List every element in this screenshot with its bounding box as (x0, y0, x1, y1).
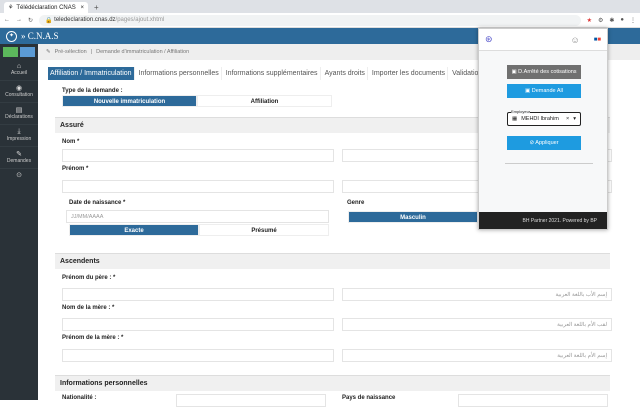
user-avatar-icon[interactable]: ☺ (571, 35, 580, 45)
extension-icon[interactable]: ⚙ (598, 17, 603, 24)
file-icon: ▤ (15, 107, 23, 114)
tab-importer-documents[interactable]: Importer les documents (370, 67, 449, 80)
breadcrumb-item[interactable]: Pré-sélection (55, 49, 87, 55)
tab-informations-personnelles[interactable]: Informations personnelles (137, 67, 222, 80)
breadcrumb-item: Demande d'immatriculation / Affiliation (96, 49, 190, 55)
section-informations-personnelles: Informations personnelles (55, 375, 610, 391)
form-tabs: Affiliation / Immatriculation Informatio… (48, 67, 486, 80)
sidebar-item-consultation[interactable]: ◉ Consultation (0, 81, 38, 103)
tab-informations-supplementaires[interactable]: Informations supplémentaires (224, 67, 321, 80)
sidebar-label: Déclarations (5, 114, 33, 120)
url-path: /pages/ajout.xhtml (115, 17, 165, 23)
employer-icon: ▦ (512, 116, 518, 122)
sidebar: ⌂ Accueil ◉ Consultation ▤ Déclarations ⤓ Im… (0, 44, 38, 400)
dob-type-selector: Exacte Présumé (69, 224, 329, 236)
mere-nom-ar-input[interactable]: لقب الأم باللغة العربية (342, 318, 612, 331)
option-masculin[interactable]: Masculin (348, 211, 478, 223)
mere-prenom-input[interactable] (62, 349, 334, 362)
nationalite-label: Nationalité : (62, 395, 97, 401)
address-row: ← → ↻ 🔒 teledeclaration.cnas.dz/pages/ajou… (0, 13, 640, 28)
url-bar[interactable]: 🔒 teledeclaration.cnas.dz/pages/ajout.xh… (39, 14, 581, 26)
reload-icon[interactable]: ↻ (28, 17, 33, 24)
extension-popup: ⊛ ☺ ■■ ▣ D.Arrêté des cotisations ▣ Dema… (478, 28, 608, 230)
brand-name: » C.N.A.S (21, 31, 59, 41)
type-selector: Nouvelle immatriculation Affiliation (62, 95, 332, 107)
pays-label: Pays de naissance (342, 395, 396, 401)
puzzle-icon[interactable]: ✱ (609, 17, 614, 24)
download-icon: ⤓ (17, 128, 21, 135)
sidebar-label: Impression (6, 136, 32, 142)
back-icon[interactable]: ← (4, 17, 10, 23)
mere-nom-input[interactable] (62, 318, 334, 331)
profile-icon[interactable]: ● (620, 17, 624, 23)
sidebar-label: Demandes (6, 158, 32, 164)
home-icon: ⌂ (16, 63, 22, 70)
sidebar-item-accueil[interactable]: ⌂ Accueil (0, 60, 38, 81)
employeur-select[interactable]: Employeur ▦ MEHDI Ibrahim × ▾ (507, 109, 581, 126)
option-presume[interactable]: Présumé (199, 224, 329, 236)
edit-icon: ✎ (16, 151, 22, 158)
popup-footer: BH Partner 2021. Powered by BP (479, 212, 607, 229)
forward-icon[interactable]: → (16, 17, 22, 23)
mere-prenom-ar-input[interactable]: إسم الأم باللغة العربية (342, 349, 612, 362)
flag-fr-icon[interactable]: ■■ (594, 37, 601, 43)
nom-label: Nom * (62, 139, 80, 145)
genre-selector: Masculin (348, 211, 478, 223)
appliquer-button[interactable]: ⊘ Appliquer (507, 136, 581, 150)
eye-icon: ◉ (15, 85, 23, 92)
genre-label: Genre (347, 200, 365, 206)
sidebar-label: Accueil (10, 70, 28, 76)
prenom-input[interactable] (62, 180, 334, 193)
sidebar-user-button[interactable] (20, 47, 35, 57)
mere-prenom-label: Prénom de la mère : * (62, 335, 124, 341)
dob-label: Date de naissance * (69, 200, 126, 206)
star-icon[interactable]: ★ (587, 17, 592, 24)
pere-input[interactable] (62, 288, 334, 301)
browser-tab[interactable]: ⚘ Télédéclaration CNAS × (4, 2, 88, 13)
cnas-logo-icon: ✦ (6, 30, 17, 42)
edit-icon: ✎ (46, 49, 51, 55)
url-host: teledeclaration.cnas.dz (54, 17, 116, 23)
select-value: MEHDI Ibrahim (521, 116, 559, 122)
dob-input[interactable]: JJ/MM/AAAA (66, 210, 329, 223)
sidebar-toggle-button[interactable] (3, 47, 18, 57)
settings-icon[interactable]: ⊙ (0, 169, 38, 179)
tab-title: Télédéclaration CNAS (16, 4, 76, 11)
pere-label: Prénom du père : * (62, 275, 116, 281)
close-tab-icon[interactable]: × (80, 5, 84, 11)
arrete-cotisations-button[interactable]: ▣ D.Arrêté des cotisations (507, 65, 581, 79)
option-exacte[interactable]: Exacte (69, 224, 199, 236)
demande-all-button[interactable]: ▣ Demande All (507, 84, 581, 98)
pere-ar-input[interactable]: إسم الأب باللغة العربية (342, 288, 612, 301)
lock-icon: 🔒 (45, 17, 55, 24)
tab-affiliation[interactable]: Affiliation / Immatriculation (48, 67, 135, 80)
extension-logo-icon: ⊛ (485, 34, 493, 44)
pays-select[interactable] (458, 394, 608, 407)
select-label: Employeur (511, 109, 531, 114)
option-nouvelle-immatriculation[interactable]: Nouvelle immatriculation (62, 95, 197, 107)
sidebar-label: Consultation (5, 92, 33, 98)
sidebar-item-declarations[interactable]: ▤ Déclarations (0, 103, 38, 125)
divider (505, 163, 593, 164)
sidebar-item-demandes[interactable]: ✎ Demandes (0, 147, 38, 169)
clear-icon[interactable]: × (566, 116, 569, 122)
chevron-down-icon: ▾ (573, 116, 576, 122)
option-affiliation[interactable]: Affiliation (197, 95, 332, 107)
nom-input[interactable] (62, 149, 334, 162)
mere-nom-label: Nom de la mère : * (62, 305, 115, 311)
sidebar-item-impression[interactable]: ⤓ Impression (0, 125, 38, 147)
browser-tabbar: ⚘ Télédéclaration CNAS × + (0, 0, 640, 13)
prenom-label: Prénom * (62, 166, 89, 172)
nationalite-select[interactable] (176, 394, 326, 407)
favicon-icon: ⚘ (8, 5, 14, 11)
menu-icon[interactable]: ⋮ (630, 17, 636, 24)
new-tab-button[interactable]: + (94, 2, 99, 13)
type-label: Type de la demande : (62, 88, 123, 94)
section-ascendents: Ascendents (55, 253, 610, 269)
tab-ayants-droits[interactable]: Ayants droits (323, 67, 368, 80)
